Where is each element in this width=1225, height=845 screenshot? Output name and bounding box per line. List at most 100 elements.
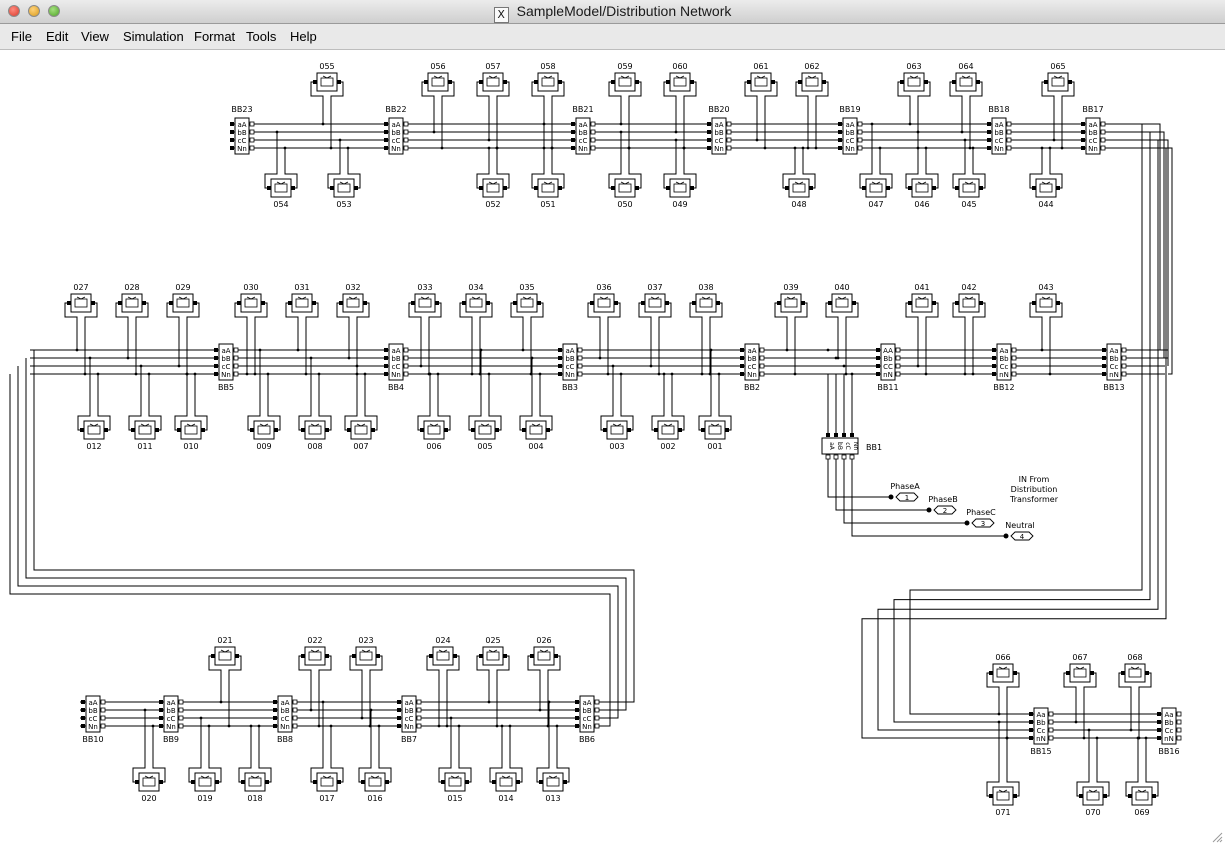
bus-port[interactable]: [273, 708, 277, 712]
bus-bb6[interactable]: aAbBcCNn BB6: [575, 695, 600, 744]
load-label[interactable]: 045: [961, 200, 976, 209]
bus-port[interactable]: [838, 138, 842, 142]
load-label[interactable]: 031: [294, 283, 309, 292]
bus-pin-label[interactable]: bB: [88, 707, 97, 715]
bus-pin-label[interactable]: nN: [883, 371, 893, 379]
bus-port[interactable]: [1176, 711, 1182, 717]
bus-port[interactable]: [876, 372, 880, 376]
load-icon[interactable]: [274, 183, 288, 193]
bus-pin-label[interactable]: nN: [1036, 735, 1046, 743]
bus-port[interactable]: [1011, 355, 1017, 361]
load-port[interactable]: [142, 301, 146, 305]
load-icon[interactable]: [1135, 791, 1149, 801]
load-port[interactable]: [325, 654, 329, 658]
load-048[interactable]: 048: [785, 178, 813, 209]
bus-pin-label[interactable]: cC: [392, 137, 401, 145]
bus-port[interactable]: [1081, 122, 1085, 126]
load-port[interactable]: [522, 428, 526, 432]
bus-port[interactable]: [159, 700, 163, 704]
load-label[interactable]: 029: [175, 283, 190, 292]
load-port[interactable]: [376, 654, 380, 658]
bus-port[interactable]: [384, 138, 388, 142]
load-port[interactable]: [979, 301, 983, 305]
load-port[interactable]: [261, 301, 265, 305]
load-port[interactable]: [558, 186, 562, 190]
bus-port[interactable]: [895, 355, 901, 361]
load-port[interactable]: [337, 80, 341, 84]
bus-port[interactable]: [1100, 137, 1106, 143]
load-port[interactable]: [635, 80, 639, 84]
bus-port[interactable]: [81, 700, 85, 704]
bus-pin-label[interactable]: cC: [846, 137, 855, 145]
bus-pin-label[interactable]: Nn: [404, 723, 414, 731]
bus-port[interactable]: [1048, 719, 1054, 725]
bus-bb15[interactable]: AaBbCcnN BB15: [1029, 707, 1054, 756]
bus-port[interactable]: [233, 371, 239, 377]
load-004[interactable]: 004: [522, 420, 550, 451]
load-port[interactable]: [955, 186, 959, 190]
bus-bb5[interactable]: aAbBcCNn BB5: [214, 343, 239, 392]
bus-label[interactable]: BB16: [1158, 747, 1179, 756]
bus-pin-label[interactable]: Aa: [1164, 711, 1173, 719]
bus-port[interactable]: [100, 707, 106, 713]
bus-label[interactable]: BB18: [988, 105, 1009, 114]
load-icon[interactable]: [805, 77, 819, 87]
load-068[interactable]: 068: [1121, 653, 1149, 683]
bus-bb9[interactable]: aAbBcCNn BB9: [159, 695, 184, 744]
bus-label[interactable]: BB4: [388, 383, 404, 392]
bus-pin-label[interactable]: Nn: [845, 145, 855, 153]
bus-port[interactable]: [594, 715, 600, 721]
bus-port[interactable]: [1081, 138, 1085, 142]
load-port[interactable]: [118, 301, 122, 305]
bus-port[interactable]: [707, 146, 711, 150]
bus-pin-label[interactable]: Aa: [1109, 347, 1118, 355]
load-port[interactable]: [371, 428, 375, 432]
load-label[interactable]: 009: [256, 442, 271, 451]
bus-pin-label[interactable]: aA: [747, 347, 756, 355]
load-056[interactable]: 056: [424, 62, 452, 92]
bus-port[interactable]: [1176, 735, 1182, 741]
bus-port[interactable]: [292, 715, 298, 721]
bus-port[interactable]: [571, 130, 575, 134]
bus-port[interactable]: [590, 121, 596, 127]
bus-bb17[interactable]: aAbBcCNn BB17: [1081, 105, 1106, 155]
bus-port[interactable]: [273, 716, 277, 720]
load-label[interactable]: 002: [660, 442, 675, 451]
bus-pin-label[interactable]: aA: [582, 699, 591, 707]
load-port[interactable]: [1103, 794, 1107, 798]
load-port[interactable]: [513, 301, 517, 305]
bus-port[interactable]: [987, 138, 991, 142]
bus-port[interactable]: [1081, 146, 1085, 150]
bus-port[interactable]: [838, 146, 842, 150]
bus-pin-label[interactable]: Nn: [1088, 145, 1098, 153]
load-label[interactable]: 016: [367, 794, 382, 803]
load-icon[interactable]: [541, 77, 555, 87]
load-label[interactable]: 024: [435, 636, 450, 645]
bus-port[interactable]: [740, 348, 744, 352]
bus-port[interactable]: [384, 356, 388, 360]
bus-port[interactable]: [233, 347, 239, 353]
load-063[interactable]: 063: [900, 62, 928, 92]
bus-port[interactable]: [1011, 347, 1017, 353]
load-031[interactable]: 031: [288, 283, 316, 313]
bus-pin-label[interactable]: bB: [845, 129, 854, 137]
bus-port[interactable]: [100, 715, 106, 721]
bus-pin-label[interactable]: nN: [999, 371, 1009, 379]
bus-pin-label[interactable]: AA: [883, 347, 893, 355]
load-icon[interactable]: [996, 668, 1010, 678]
bus-port[interactable]: [992, 356, 996, 360]
bus-port[interactable]: [594, 707, 600, 713]
load-port[interactable]: [1013, 794, 1017, 798]
load-label[interactable]: 005: [477, 442, 492, 451]
menu-format[interactable]: Format: [194, 29, 235, 44]
bus-port[interactable]: [230, 130, 234, 134]
load-icon[interactable]: [218, 651, 232, 661]
bus-bb13[interactable]: AaBbCcnN BB13: [1102, 343, 1127, 392]
load-port[interactable]: [363, 301, 367, 305]
load-port[interactable]: [611, 186, 615, 190]
bus-pin-label[interactable]: CC: [883, 363, 893, 371]
load-icon[interactable]: [835, 298, 849, 308]
load-port[interactable]: [1068, 80, 1072, 84]
load-label[interactable]: 049: [672, 200, 687, 209]
bus-port[interactable]: [403, 371, 409, 377]
